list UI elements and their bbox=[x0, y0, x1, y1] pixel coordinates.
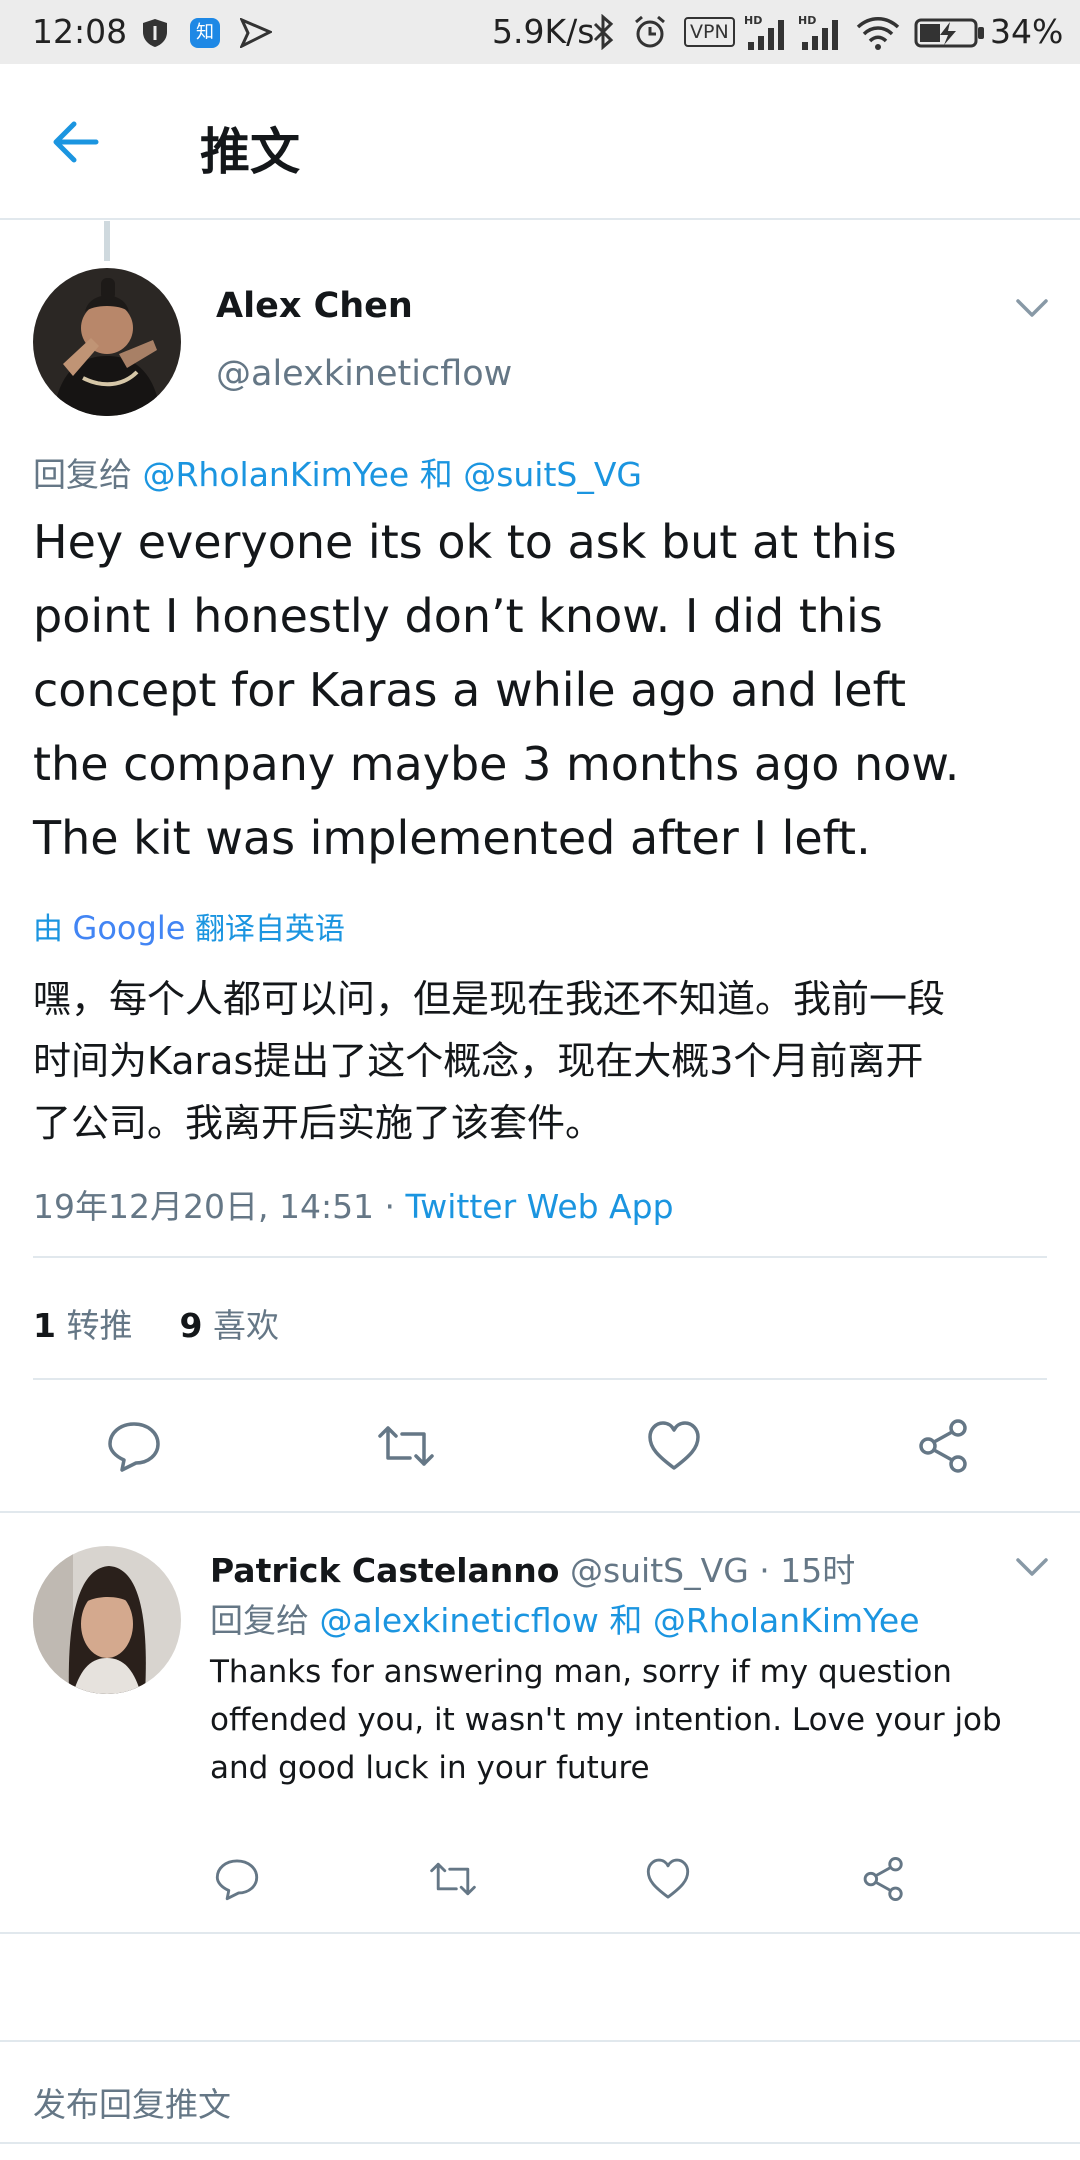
mention-link[interactable]: @RholanKimYee bbox=[143, 455, 410, 494]
retweet-count: 1 bbox=[33, 1306, 56, 1345]
like-count: 9 bbox=[179, 1306, 203, 1345]
shield-icon bbox=[143, 19, 167, 47]
thread-connector-line bbox=[104, 221, 110, 261]
back-arrow-icon[interactable] bbox=[48, 114, 104, 170]
signal-hd-icon-2: HD bbox=[798, 14, 838, 50]
tweet-text-line: Hey everyone its ok to ask but at this bbox=[33, 515, 897, 569]
mention-link[interactable]: @RholanKimYee bbox=[653, 1601, 920, 1640]
wifi-icon bbox=[856, 17, 900, 50]
reply-author-line: Patrick Castelanno @suitS_VG · 15时 bbox=[210, 1544, 855, 1592]
bluetooth-icon bbox=[593, 14, 614, 50]
author-name[interactable]: Alex Chen bbox=[216, 286, 413, 326]
reply-author-meta: @suitS_VG · 15时 bbox=[569, 1551, 856, 1590]
divider bbox=[33, 1256, 1047, 1258]
mention-link[interactable]: @suitS_VG bbox=[463, 455, 642, 494]
alarm-icon bbox=[635, 15, 665, 48]
avatar[interactable] bbox=[33, 268, 181, 416]
reply-prefix: 回复给 bbox=[33, 455, 132, 494]
divider bbox=[33, 1378, 1047, 1380]
header-bar: 推文 bbox=[0, 64, 1080, 220]
retweet-stat[interactable]: 1 转推 bbox=[33, 1306, 143, 1345]
divider bbox=[0, 2040, 1080, 2042]
translated-text: 嘿，每个人都可以问，但是现在我还不知道。我前一段 时间为Karas提出了这个概念… bbox=[33, 968, 945, 1154]
battery-charging-icon bbox=[914, 18, 984, 48]
like-icon[interactable] bbox=[646, 1418, 702, 1474]
status-bar: 12:08 知 5.9K/s VPN HD HD 34% bbox=[0, 0, 1080, 64]
signal-hd-icon: HD bbox=[744, 14, 784, 50]
divider bbox=[0, 2142, 1080, 2144]
tweet-text: Hey everyone its ok to ask but at this p… bbox=[33, 505, 959, 875]
tweet-text-line: the company maybe 3 months ago now. bbox=[33, 737, 960, 791]
tweet-text-line: concept for Karas a while ago and left bbox=[33, 663, 907, 717]
translated-text-line: 嘿，每个人都可以问，但是现在我还不知道。我前一段 bbox=[33, 977, 946, 1021]
retweet-label: 转推 bbox=[66, 1306, 133, 1345]
reply-to-line: 回复给 @alexkineticflow 和 @RholanKimYee bbox=[210, 1594, 920, 1642]
reply-and: 和 bbox=[609, 1601, 643, 1640]
reply-author-name[interactable]: Patrick Castelanno bbox=[210, 1551, 559, 1590]
reply-prefix: 回复给 bbox=[210, 1601, 309, 1640]
translated-text-line: 时间为Karas提出了这个概念，现在大概3个月前离开 bbox=[33, 1039, 924, 1083]
share-icon[interactable] bbox=[916, 1418, 972, 1474]
reply-icon[interactable] bbox=[214, 1856, 260, 1902]
retweet-icon[interactable] bbox=[376, 1418, 436, 1474]
chevron-down-icon[interactable] bbox=[1014, 1555, 1050, 1579]
status-time: 12:08 bbox=[32, 12, 128, 51]
reply-text: Thanks for answering man, sorry if my qu… bbox=[210, 1648, 1002, 1792]
avatar[interactable] bbox=[33, 1546, 181, 1694]
engagement-stats: 1 转推 9 喜欢 bbox=[33, 1299, 279, 1347]
divider bbox=[0, 1932, 1080, 1934]
reply-icon[interactable] bbox=[106, 1418, 162, 1474]
tweet-timestamp-line: 19年12月20日, 14:51 · Twitter Web App bbox=[33, 1180, 674, 1228]
translated-by-google[interactable]: 由 Google 翻译自英语 bbox=[33, 904, 345, 948]
tweet-text-line: point I honestly don’t know. I did this bbox=[33, 589, 883, 643]
vpn-badge: VPN bbox=[684, 17, 735, 47]
reply-composer-input[interactable]: 发布回复推文 bbox=[33, 2078, 1033, 2128]
network-speed: 5.9K/s bbox=[492, 12, 595, 51]
share-icon[interactable] bbox=[861, 1856, 907, 1902]
mention-link[interactable]: @alexkineticflow bbox=[320, 1601, 599, 1640]
timestamp: 19年12月20日, 14:51 · bbox=[33, 1187, 406, 1226]
battery-percent: 34% bbox=[990, 12, 1064, 51]
divider bbox=[0, 1511, 1080, 1513]
svg-text:HD: HD bbox=[798, 14, 816, 27]
reply-and: 和 bbox=[419, 455, 453, 494]
google-logo: Google bbox=[72, 909, 186, 947]
source-app-link[interactable]: Twitter Web App bbox=[406, 1187, 674, 1226]
reply-text-line: and good luck in your future bbox=[210, 1750, 650, 1786]
svg-text:HD: HD bbox=[744, 14, 762, 27]
send-icon bbox=[240, 18, 272, 48]
tweet-text-line: The kit was implemented after I left. bbox=[33, 811, 871, 865]
like-icon[interactable] bbox=[645, 1856, 691, 1902]
translated-text-line: 了公司。我离开后实施了该套件。 bbox=[33, 1101, 604, 1145]
reply-text-line: offended you, it wasn't my intention. Lo… bbox=[210, 1702, 1002, 1738]
retweet-icon[interactable] bbox=[428, 1856, 478, 1902]
reply-to-line: 回复给 @RholanKimYee 和 @suitS_VG bbox=[33, 448, 642, 496]
chevron-down-icon[interactable] bbox=[1014, 296, 1050, 320]
like-stat[interactable]: 9 喜欢 bbox=[179, 1306, 278, 1345]
zhihu-app-icon: 知 bbox=[190, 18, 220, 48]
like-label: 喜欢 bbox=[212, 1306, 279, 1345]
translated-by-prefix: 由 bbox=[33, 912, 63, 947]
author-handle[interactable]: @alexkineticflow bbox=[216, 354, 512, 394]
translated-by-suffix: 翻译自英语 bbox=[194, 912, 345, 947]
page-title: 推文 bbox=[200, 123, 300, 181]
reply-text-line: Thanks for answering man, sorry if my qu… bbox=[210, 1654, 952, 1690]
